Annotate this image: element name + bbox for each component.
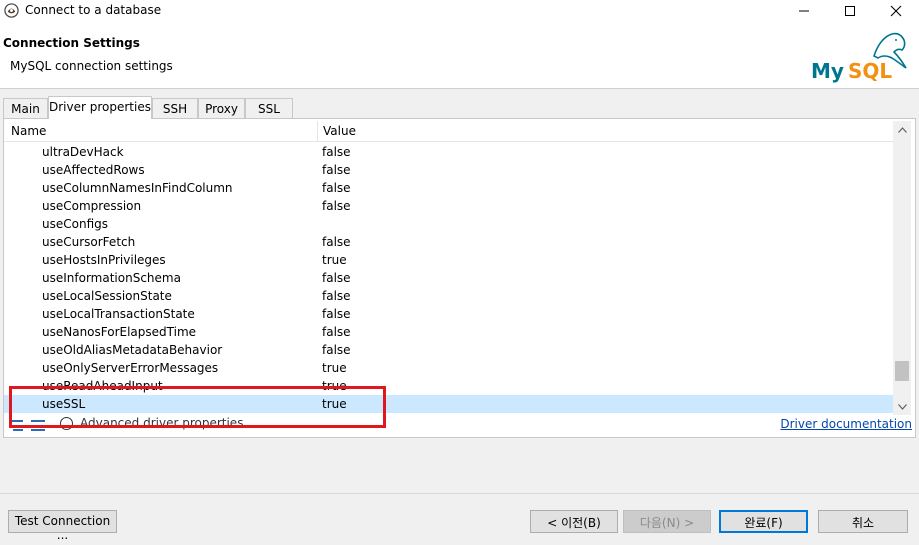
- page-subtitle: MySQL connection settings: [10, 59, 173, 73]
- property-value[interactable]: false: [322, 199, 351, 213]
- tab-driver-properties[interactable]: Driver properties: [48, 96, 152, 119]
- property-name: useHostsInPrivileges: [42, 253, 166, 267]
- property-name: useCursorFetch: [42, 235, 136, 249]
- mysql-logo: My SQL: [811, 32, 907, 83]
- property-name: useSSL: [42, 397, 86, 411]
- property-name: useReadAheadInput: [42, 379, 163, 393]
- cancel-button[interactable]: 취소: [818, 510, 908, 533]
- footer-divider: [0, 493, 919, 494]
- property-value[interactable]: true: [322, 379, 347, 393]
- property-value[interactable]: true: [322, 397, 347, 411]
- property-name: useNanosForElapsedTime: [42, 325, 197, 339]
- table-row[interactable]: useCompression false: [4, 197, 893, 215]
- maximize-icon: [845, 6, 855, 16]
- table-row[interactable]: useCursorFetch false: [4, 233, 893, 251]
- close-icon: [890, 5, 902, 17]
- table-row[interactable]: useLocalTransactionState false: [4, 305, 893, 323]
- property-name: useOldAliasMetadataBehavior: [42, 343, 223, 357]
- table-row[interactable]: useAffectedRows false: [4, 161, 893, 179]
- property-name: useColumnNamesInFindColumn: [42, 181, 233, 195]
- table-row[interactable]: ultraDevHack false: [4, 143, 893, 161]
- minimize-icon: [799, 10, 809, 12]
- property-value[interactable]: true: [322, 361, 347, 375]
- advanced-properties-label: Advanced driver properties: [80, 416, 244, 430]
- scroll-up-button[interactable]: [893, 121, 911, 138]
- radio-icon: [60, 416, 73, 430]
- table-row[interactable]: useConfigs: [4, 215, 893, 233]
- dialog-header: Connection Settings MySQL connection set…: [0, 22, 919, 89]
- property-name: useCompression: [42, 199, 142, 213]
- property-value[interactable]: false: [322, 163, 351, 177]
- scroll-thumb[interactable]: [895, 361, 909, 381]
- page-title: Connection Settings: [3, 36, 140, 50]
- property-value[interactable]: false: [322, 307, 351, 321]
- column-header-value[interactable]: Value: [323, 124, 356, 138]
- properties-table: Name Value ultraDevHack false useAffected…: [4, 121, 893, 415]
- property-name: useLocalSessionState: [42, 289, 172, 303]
- table-toolbar: Advanced driver properties Driver docume…: [4, 416, 912, 434]
- next-button[interactable]: 다음(N) >: [623, 510, 711, 533]
- table-row-selected[interactable]: useSSL true: [4, 395, 893, 413]
- tab-proxy[interactable]: Proxy: [198, 98, 245, 119]
- table-row[interactable]: useInformationSchema false: [4, 269, 893, 287]
- vertical-scrollbar[interactable]: [893, 121, 911, 415]
- property-value[interactable]: false: [322, 325, 351, 339]
- tab-ssh[interactable]: SSH: [152, 98, 198, 119]
- maximize-button[interactable]: [827, 0, 873, 22]
- dbeaver-app-icon: [4, 3, 19, 18]
- property-name: useOnlyServerErrorMessages: [42, 361, 219, 375]
- table-row[interactable]: useOldAliasMetadataBehavior false: [4, 341, 893, 359]
- property-value[interactable]: false: [322, 145, 351, 159]
- advanced-properties-toggle[interactable]: Advanced driver properties: [60, 416, 243, 430]
- finish-button[interactable]: 완료(F): [719, 510, 808, 533]
- table-header: Name Value: [4, 121, 893, 142]
- window-title: Connect to a database: [25, 3, 162, 17]
- table-row[interactable]: useLocalSessionState false: [4, 287, 893, 305]
- table-row[interactable]: useReadAheadInput true: [4, 377, 893, 395]
- property-value[interactable]: false: [322, 289, 351, 303]
- property-value[interactable]: false: [322, 271, 351, 285]
- property-value[interactable]: true: [322, 253, 347, 267]
- chevron-up-icon: [897, 126, 907, 133]
- table-row[interactable]: useNanosForElapsedTime false: [4, 323, 893, 341]
- scroll-down-button[interactable]: [893, 398, 911, 415]
- property-name: useConfigs: [42, 217, 108, 231]
- expand-all-icon[interactable]: [8, 418, 24, 432]
- table-rows: ultraDevHack false useAffectedRows false u…: [4, 143, 893, 413]
- back-button[interactable]: < 이전(B): [530, 510, 618, 533]
- table-row[interactable]: useColumnNamesInFindColumn false: [4, 179, 893, 197]
- test-connection-button[interactable]: Test Connection ...: [8, 510, 117, 542]
- property-value[interactable]: false: [322, 181, 351, 195]
- chevron-down-icon: [897, 403, 907, 410]
- title-bar: Connect to a database: [0, 0, 919, 22]
- property-name: ultraDevHack: [42, 145, 124, 159]
- tab-ssl[interactable]: SSL: [245, 98, 293, 119]
- property-name: useLocalTransactionState: [42, 307, 195, 321]
- tab-main[interactable]: Main: [3, 98, 48, 119]
- property-name: useInformationSchema: [42, 271, 181, 285]
- property-value[interactable]: false: [322, 343, 351, 357]
- collapse-all-icon[interactable]: [30, 418, 46, 432]
- close-button[interactable]: [873, 0, 919, 22]
- tab-bar: Main Driver properties SSH Proxy SSL: [0, 96, 919, 119]
- table-row[interactable]: useHostsInPrivileges true: [4, 251, 893, 269]
- svg-text:My: My: [811, 59, 844, 83]
- minimize-button[interactable]: [781, 0, 827, 22]
- property-value[interactable]: false: [322, 235, 351, 249]
- column-header-name[interactable]: Name: [11, 124, 46, 138]
- svg-text:SQL: SQL: [848, 59, 892, 83]
- table-row[interactable]: useOnlyServerErrorMessages true: [4, 359, 893, 377]
- driver-documentation-link[interactable]: Driver documentation: [780, 417, 912, 431]
- property-name: useAffectedRows: [42, 163, 145, 177]
- column-divider[interactable]: [317, 121, 318, 142]
